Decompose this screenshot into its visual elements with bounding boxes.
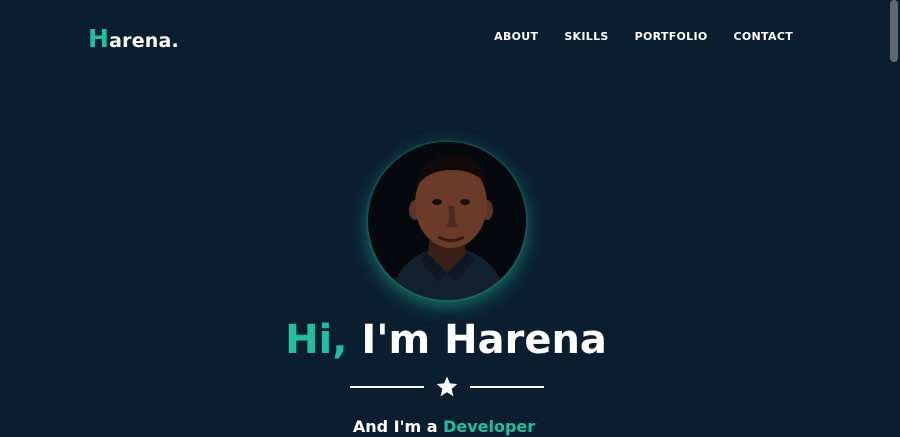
profile-avatar [368, 142, 526, 300]
divider-line-left [350, 386, 424, 388]
hero-section: Hi, I'm Harena And I'm a Developer [0, 0, 888, 436]
profile-photo-icon [368, 142, 526, 300]
greeting-hi: Hi, [285, 317, 348, 363]
greeting-name: I'm Harena [347, 317, 607, 363]
hero-subtitle: And I'm a Developer [0, 417, 888, 437]
subtitle-prefix: And I'm a [352, 417, 444, 436]
scrollbar-thumb[interactable] [890, 0, 898, 62]
scrollbar-track[interactable] [888, 0, 900, 433]
divider-line-right [470, 386, 544, 388]
hero-divider [350, 374, 544, 400]
subtitle-role: Developer [443, 417, 536, 436]
hero-greeting: Hi, I'm Harena [0, 314, 892, 366]
star-icon [436, 376, 458, 397]
